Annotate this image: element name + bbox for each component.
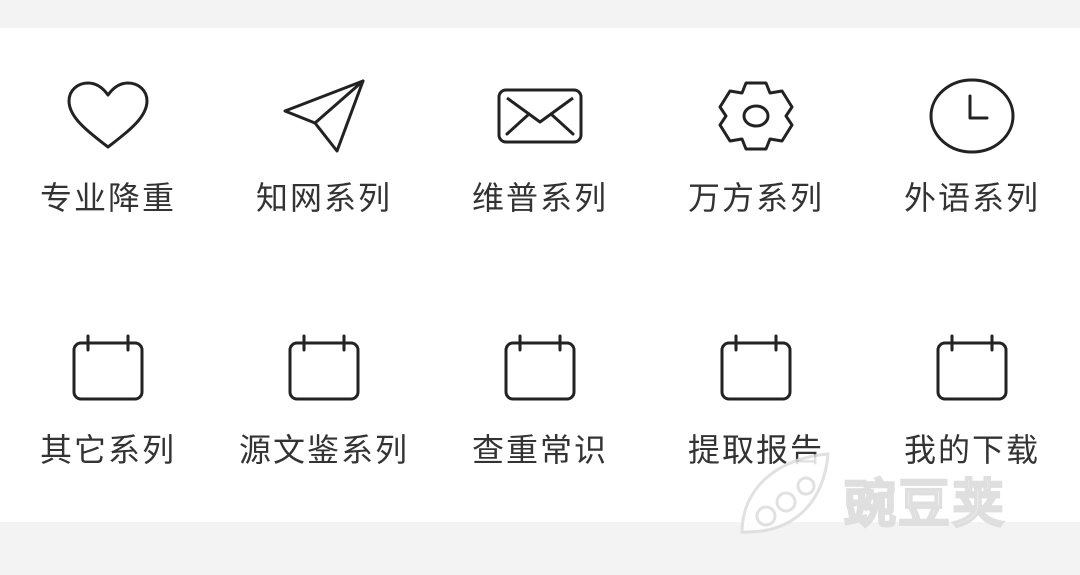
menu-panel: 专业降重 知网系列 维普系列 万方系列 外语系列 其它系列 源文鉴系列 查重常识… (0, 28, 1080, 522)
calendar-icon (492, 328, 588, 408)
menu-item-vip-series[interactable]: 维普系列 (432, 76, 648, 218)
menu-item-professional-rewrite[interactable]: 专业降重 (0, 76, 216, 218)
menu-item-label: 外语系列 (903, 179, 1040, 217)
calendar-icon (708, 328, 804, 408)
menu-item-label: 维普系列 (471, 179, 608, 217)
menu-item-label: 源文鉴系列 (238, 431, 409, 469)
menu-item-label: 专业降重 (39, 179, 176, 217)
menu-item-label: 其它系列 (39, 431, 176, 469)
menu-item-extract-report[interactable]: 提取报告 (648, 328, 864, 470)
calendar-icon (60, 328, 156, 408)
menu-item-label: 我的下载 (903, 431, 1040, 469)
menu-item-plagiarism-check-basics[interactable]: 查重常识 (432, 328, 648, 470)
menu-item-wanfang-series[interactable]: 万方系列 (648, 76, 864, 218)
menu-item-label: 知网系列 (255, 179, 392, 217)
menu-item-label: 万方系列 (687, 179, 824, 217)
clock-icon (924, 76, 1020, 156)
gear-icon (708, 76, 804, 156)
menu-row-1: 专业降重 知网系列 维普系列 万方系列 外语系列 (0, 76, 1080, 218)
heart-icon (60, 76, 156, 156)
calendar-icon (276, 328, 372, 408)
paper-plane-icon (276, 76, 372, 156)
menu-row-2: 其它系列 源文鉴系列 查重常识 提取报告 我的下载 (0, 328, 1080, 470)
menu-item-other-series[interactable]: 其它系列 (0, 328, 216, 470)
menu-item-label: 提取报告 (687, 431, 824, 469)
menu-item-foreign-language-series[interactable]: 外语系列 (864, 76, 1080, 218)
menu-item-cnki-series[interactable]: 知网系列 (216, 76, 432, 218)
calendar-icon (924, 328, 1020, 408)
envelope-icon (492, 76, 588, 156)
menu-item-yuanwenjian-series[interactable]: 源文鉴系列 (216, 328, 432, 470)
menu-item-label: 查重常识 (471, 431, 608, 469)
menu-item-my-downloads[interactable]: 我的下载 (864, 328, 1080, 470)
